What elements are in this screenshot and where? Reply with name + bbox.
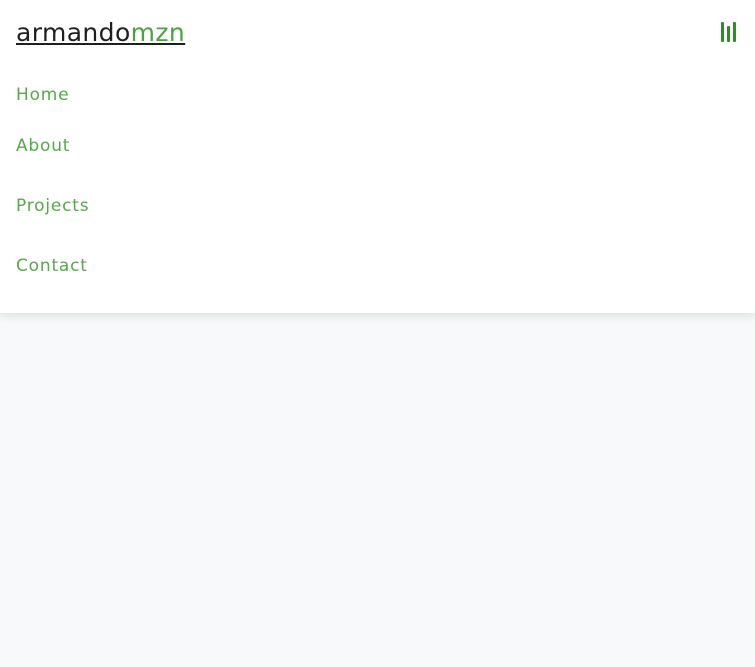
- main-navigation-menu: Home About Projects Contact: [16, 74, 316, 296]
- navigation-item-contact-wrapper: Contact: [16, 236, 316, 296]
- mobile-navigation-panel: armando mzn Home About Projects Contact: [0, 0, 755, 313]
- site-logo[interactable]: armando mzn: [16, 16, 185, 50]
- navigation-link-home[interactable]: Home: [16, 74, 316, 116]
- menu-toggle-bar-middle: [727, 26, 730, 42]
- menu-toggle-bar-left: [721, 22, 724, 42]
- brand-name-accent: mzn: [130, 18, 186, 47]
- app-shell: armando mzn Home About Projects Contact: [0, 0, 755, 667]
- navigation-link-projects[interactable]: Projects: [16, 176, 316, 236]
- navigation-item-about-wrapper: About: [16, 116, 316, 176]
- navigation-link-contact[interactable]: Contact: [16, 236, 316, 296]
- navigation-item-home-wrapper: Home: [16, 74, 316, 116]
- navigation-link-about[interactable]: About: [16, 116, 316, 176]
- menu-toggle-button[interactable]: [719, 22, 739, 44]
- brand-name-primary: armando: [16, 18, 131, 47]
- menu-toggle-bar-right: [733, 22, 736, 42]
- navigation-item-projects-wrapper: Projects: [16, 176, 316, 236]
